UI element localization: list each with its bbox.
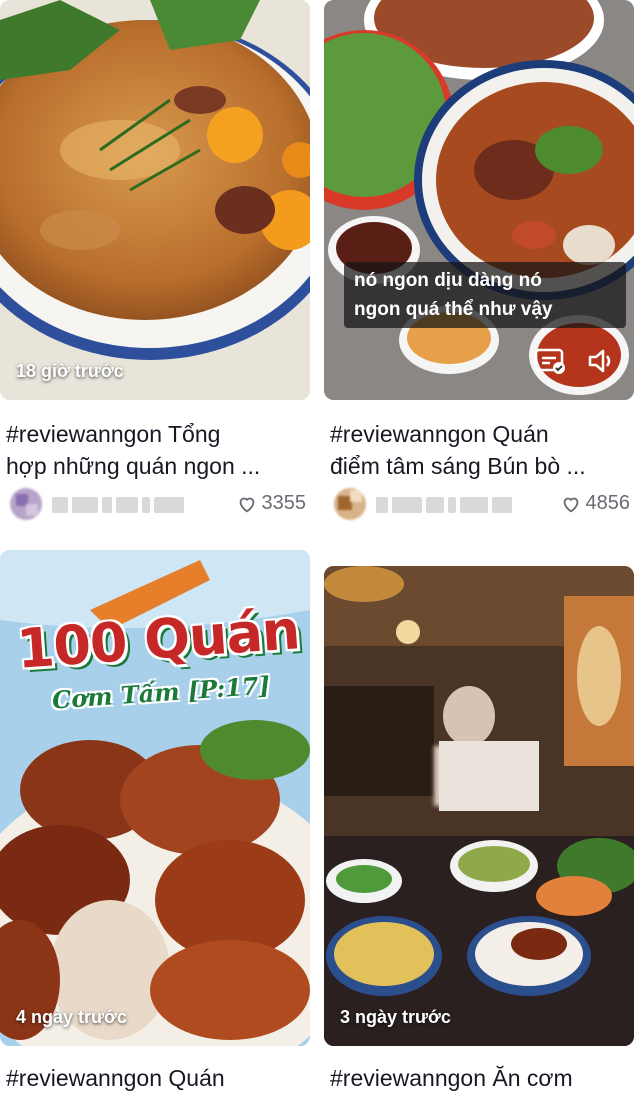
video-card-2[interactable]: nó ngon dịu dàng nó ngon quá thể như vậy… <box>324 0 634 540</box>
posted-time: 3 ngày trước <box>340 1007 451 1027</box>
video-card-1[interactable]: 18 giờ trước #reviewanngon Tổng hợp nhữn… <box>0 0 310 540</box>
like-count: 4856 <box>560 492 630 515</box>
video-card-3[interactable]: 100 Quán Cơm Tấm [P:17] 4 ngày trước #re… <box>0 550 310 1097</box>
posted-time: 18 giờ trước <box>16 361 124 381</box>
closed-caption-icon[interactable] <box>534 347 566 380</box>
like-count: 3355 <box>236 492 306 515</box>
video-title[interactable]: #reviewanngon Ăn cơm <box>330 1062 630 1094</box>
thumbnail-image[interactable]: 100 Quán Cơm Tấm [P:17] 4 ngày trước <box>0 550 310 1046</box>
thumbnail-image[interactable]: 18 giờ trước <box>0 0 310 400</box>
avatar[interactable] <box>10 488 42 520</box>
video-title[interactable]: #reviewanngon Quán <box>6 1062 306 1094</box>
heart-outline-icon <box>563 497 578 512</box>
author-row: 3355 <box>10 488 306 522</box>
video-card-4[interactable]: 3 ngày trước #reviewanngon Ăn cơm <box>324 550 634 1097</box>
video-caption-overlay: nó ngon dịu dàng nó ngon quá thể như vậy <box>344 262 626 328</box>
food-photo <box>324 0 634 400</box>
restaurant-photo <box>324 566 634 1046</box>
author-name-blurred[interactable] <box>52 496 184 514</box>
heart-outline-icon <box>239 497 254 512</box>
author-name-blurred[interactable] <box>376 496 512 514</box>
speaker-icon[interactable] <box>586 347 618 380</box>
food-photo <box>0 0 310 400</box>
video-title[interactable]: #reviewanngon Tổng hợp những quán ngon .… <box>6 418 306 482</box>
video-title[interactable]: #reviewanngon Quán điểm tâm sáng Bún bò … <box>330 418 630 482</box>
thumbnail-image[interactable]: nó ngon dịu dàng nó ngon quá thể như vậy <box>324 0 634 400</box>
author-row: 4856 <box>334 488 630 522</box>
thumbnail-image[interactable]: 3 ngày trước <box>324 566 634 1046</box>
posted-time: 4 ngày trước <box>16 1007 127 1027</box>
avatar[interactable] <box>334 488 366 520</box>
